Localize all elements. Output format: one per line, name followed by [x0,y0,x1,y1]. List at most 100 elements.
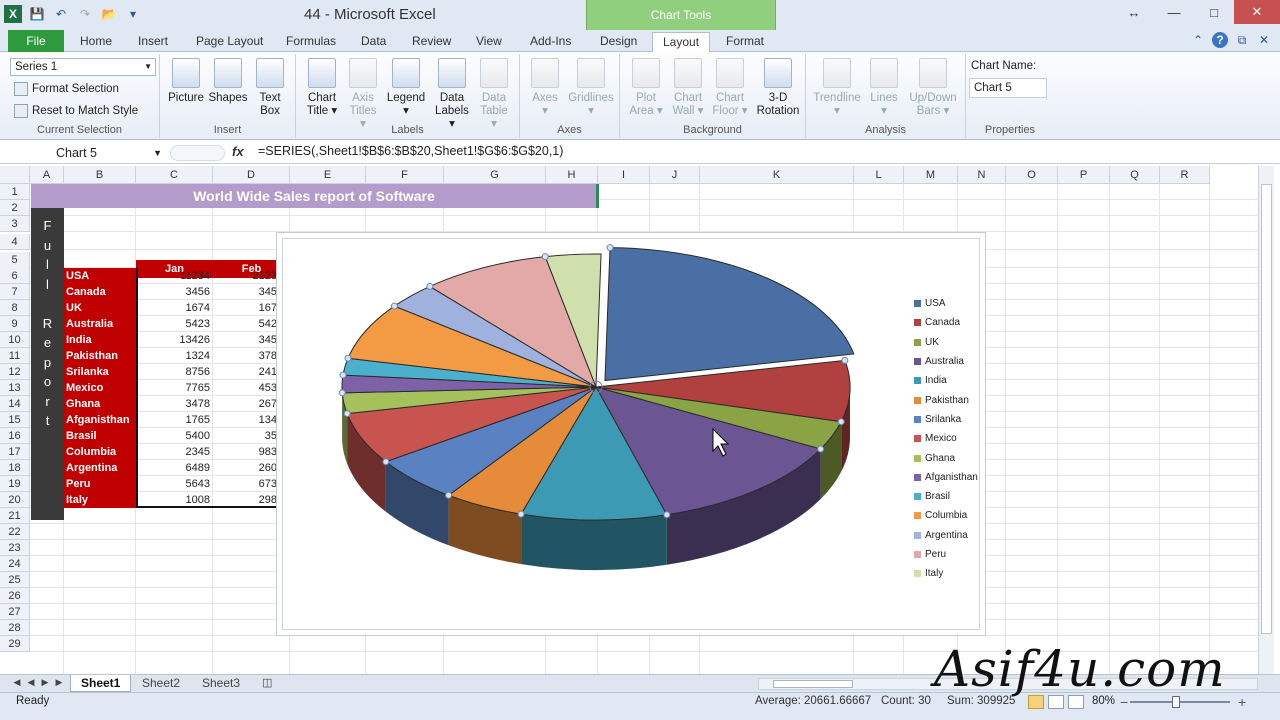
reset-to-match-style-button[interactable]: Reset to Match Style [14,104,138,118]
cell-jan[interactable]: 8756 [136,364,213,380]
maximize-button[interactable]: □ [1194,0,1234,24]
chart-wall-button[interactable]: Chart Wall ▾ [670,58,706,118]
row-header-7[interactable]: 7 [0,284,30,300]
tab-formulas[interactable]: Formulas [276,32,346,52]
format-selection-button[interactable]: Format Selection [14,82,119,96]
row-header-4[interactable]: 4 [0,234,30,250]
picture-button[interactable]: Picture [168,58,204,105]
text-box-button[interactable]: Text Box [254,58,286,118]
shapes-button[interactable]: Shapes [208,58,248,105]
gridlines-button[interactable]: Gridlines ▾ [566,58,616,118]
row-header-10[interactable]: 10 [0,332,30,348]
chart-legend[interactable]: USA Canada UK Australia India Pakisthan Srilan… [914,294,978,583]
cell-jan[interactable]: 13426 [136,332,213,348]
selection-handle[interactable] [343,410,351,418]
cell-feb[interactable]: 298 [213,492,280,508]
sheet-tab-sheet2[interactable]: Sheet2 [132,675,190,692]
tab-data[interactable]: Data [351,32,396,52]
tab-file[interactable]: File [8,30,64,52]
resize-icon[interactable]: ↔ [1114,0,1154,24]
horizontal-scroll-thumb[interactable] [773,680,853,688]
selection-handle[interactable] [517,510,525,518]
cell-feb[interactable]: 345 [213,332,280,348]
legend-item[interactable]: Argentina [914,526,978,545]
legend-item[interactable]: Mexico [914,429,978,448]
row-header-18[interactable]: 18 [0,460,30,476]
row-header-21[interactable]: 21 [0,508,30,524]
row-header-14[interactable]: 14 [0,396,30,412]
cell-country[interactable]: Srilanka [64,364,136,380]
sheet-tab-sheet1[interactable]: Sheet1 [70,675,132,692]
legend-item[interactable]: Ghana [914,448,978,467]
insert-sheet-icon[interactable]: ◫ [252,675,282,692]
close-workbook-icon[interactable]: ✕ [1256,32,1272,48]
column-header-N[interactable]: N [958,166,1006,184]
selection-handle[interactable] [541,253,549,261]
selection-handle[interactable] [338,389,346,397]
last-sheet-icon[interactable]: ▶ [54,677,64,689]
cell-feb[interactable]: 2123 [213,268,280,284]
chart-area[interactable]: USA Canada UK Australia India Pakisthan Srilan… [282,238,980,630]
cell-country[interactable]: Italy [64,492,136,508]
column-header-C[interactable]: C [136,166,213,184]
legend-item[interactable]: India [914,371,978,390]
undo-icon[interactable]: ↶ [52,5,70,23]
name-box[interactable]: Chart 5 ▼ [10,143,166,163]
cell-jan[interactable]: 1008 [136,492,213,508]
column-header-R[interactable]: R [1160,166,1210,184]
cell-country[interactable]: UK [64,300,136,316]
zoom-in-icon[interactable]: + [1238,694,1246,710]
column-header-P[interactable]: P [1058,166,1110,184]
close-button[interactable]: ✕ [1234,0,1280,24]
cell-feb[interactable]: 345 [213,284,280,300]
tab-add-ins[interactable]: Add-Ins [520,32,581,52]
tab-design[interactable]: Design [590,32,647,52]
row-header-2[interactable]: 2 [0,200,30,216]
zoom-slider-track[interactable] [1130,701,1230,703]
cell-country[interactable]: Canada [64,284,136,300]
formula-input[interactable]: =SERIES(,Sheet1!$B$6:$B$20,Sheet1!$G$6:$… [258,144,563,158]
cell-jan[interactable]: 5423 [136,316,213,332]
excel-icon[interactable]: X [4,5,22,23]
column-header-H[interactable]: H [546,166,598,184]
legend-button[interactable]: Legend ▾ [384,58,428,118]
cell-country[interactable]: Brasil [64,428,136,444]
cell-jan[interactable]: 5400 [136,428,213,444]
trendline-button[interactable]: Trendline ▾ [812,58,862,118]
row-header-6[interactable]: 6 [0,268,30,284]
legend-item[interactable]: USA [914,294,978,313]
axes-button[interactable]: Axes ▾ [528,58,562,118]
row-header-20[interactable]: 20 [0,492,30,508]
chart-title-button[interactable]: Chart Title ▾ [304,58,340,118]
column-header-K[interactable]: K [700,166,854,184]
first-sheet-icon[interactable]: ◀ [12,677,22,689]
cell-jan[interactable]: 5643 [136,476,213,492]
selection-handle[interactable] [426,282,434,290]
tab-insert[interactable]: Insert [128,32,178,52]
column-header-L[interactable]: L [854,166,904,184]
column-header-O[interactable]: O [1006,166,1058,184]
cell-feb[interactable]: 378 [213,348,280,364]
insert-function-icon[interactable]: fx [232,144,244,159]
redo-icon[interactable]: ↷ [76,5,94,23]
column-header-J[interactable]: J [650,166,700,184]
cell-jan[interactable]: 3478 [136,396,213,412]
row-header-25[interactable]: 25 [0,572,30,588]
selection-handle[interactable] [606,244,614,252]
cell-jan[interactable]: 3456 [136,284,213,300]
legend-item[interactable]: Afganisthan [914,468,978,487]
column-header-F[interactable]: F [366,166,444,184]
cell-feb[interactable]: 241 [213,364,280,380]
row-header-24[interactable]: 24 [0,556,30,572]
legend-item[interactable]: Canada [914,313,978,332]
row-header-22[interactable]: 22 [0,524,30,540]
cell-feb[interactable]: 983 [213,444,280,460]
row-header-29[interactable]: 29 [0,636,30,652]
cell-jan[interactable]: 6489 [136,460,213,476]
legend-item[interactable]: Srilanka [914,410,978,429]
tab-format[interactable]: Format [716,32,774,52]
data-labels-button[interactable]: Data Labels ▾ [432,58,472,131]
selection-handle[interactable] [382,458,390,466]
row-header-9[interactable]: 9 [0,316,30,332]
row-header-28[interactable]: 28 [0,620,30,636]
